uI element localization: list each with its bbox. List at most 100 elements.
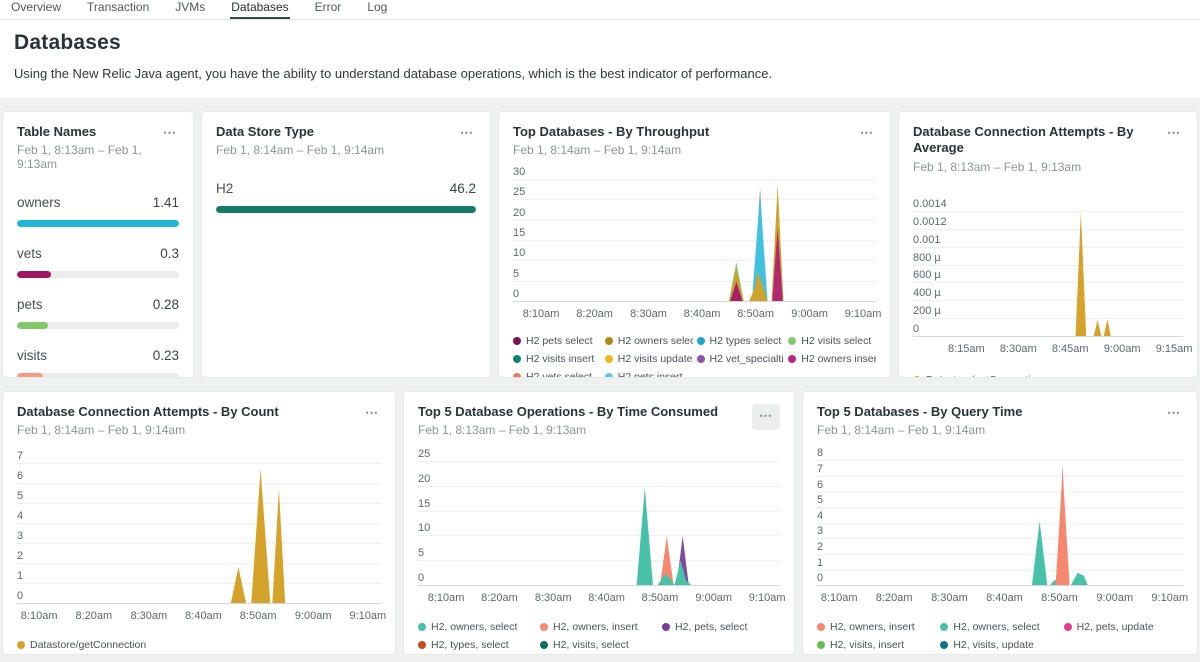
legend-dot-icon (540, 623, 548, 631)
dashboard-grid: Table Names Feb 1, 8:13am – Feb 1, 9:13a… (0, 111, 1200, 655)
y-axis-label: 30 (513, 166, 525, 178)
x-axis-label: 9:10am (1151, 592, 1188, 604)
legend-item[interactable]: H2 visits select (788, 335, 876, 347)
legend-item[interactable]: H2, owners, select (940, 621, 1059, 633)
legend-label: H2 owners select (618, 335, 693, 347)
y-axis-label: 15 (513, 227, 525, 239)
plot-area: 8:10am8:20am8:30am8:40am8:50am9:00am9:10… (35, 457, 381, 603)
card-title: Database Connection Attempts - By Averag… (913, 124, 1165, 157)
card-header: Database Connection Attempts - By Averag… (913, 124, 1183, 174)
area-series (231, 567, 246, 603)
tab-overview[interactable]: Overview (10, 0, 62, 19)
legend-item[interactable]: H2, types, select (418, 639, 536, 651)
card-time-range: Feb 1, 8:14am – Feb 1, 9:14am (817, 423, 1022, 437)
legend-label: H2 visits insert (526, 353, 594, 365)
bar-label: pets (17, 297, 43, 312)
area-chart: 0123456788:10am8:20am8:30am8:40am8:50am9… (817, 439, 1183, 609)
tab-databases[interactable]: Databases (230, 0, 289, 19)
legend-label: H2 pets select (526, 335, 593, 347)
area-series (637, 488, 653, 585)
tab-error[interactable]: Error (314, 0, 343, 19)
x-axis-label: 8:20am (576, 308, 613, 320)
legend-dot-icon (1064, 623, 1072, 631)
card-data-store-type: Data Store Type Feb 1, 8:14am – Feb 1, 9… (201, 111, 491, 378)
legend-item[interactable]: H2, owners, select (418, 621, 536, 633)
card-menu-ellipsis-icon[interactable]: ⋯ (1165, 404, 1183, 422)
legend-item[interactable]: H2 visits insert (513, 353, 601, 365)
legend-dot-icon (662, 623, 670, 631)
bar-label: visits (17, 348, 47, 363)
card-menu-ellipsis-icon[interactable]: ⋯ (752, 404, 780, 430)
x-axis-label: 8:20am (481, 592, 518, 604)
bar-value: 0.23 (153, 348, 179, 363)
legend-item[interactable]: H2, owners, insert (540, 621, 658, 633)
area-chart: 0510152025308:10am8:20am8:30am8:40am8:50… (513, 159, 876, 325)
legend-label: H2 visits select (801, 335, 871, 347)
bar-track (17, 373, 179, 378)
legend-dot-icon (817, 641, 825, 649)
x-axis-label: 8:40am (185, 610, 222, 622)
chart-legend: Datastore/getConnection (17, 639, 381, 651)
x-axis-label: 8:40am (684, 308, 721, 320)
card-connection-attempts-count: Database Connection Attempts - By Count … (2, 391, 396, 655)
legend-item[interactable]: Datastore/getConnection (17, 639, 381, 651)
legend-label: H2, visits, update (953, 639, 1034, 651)
legend-item[interactable]: H2 vets select (513, 371, 601, 378)
card-menu-ellipsis-icon[interactable]: ⋯ (161, 124, 179, 142)
legend-item[interactable]: H2 owners insert (788, 353, 876, 365)
bar-track (17, 322, 179, 329)
legend-item[interactable]: H2, visits, update (940, 639, 1059, 651)
legend-item[interactable]: H2 pets insert (605, 371, 693, 378)
legend-item[interactable]: H2 vet_specialti… (697, 353, 785, 365)
legend-item[interactable]: H2, pets, select (662, 621, 780, 633)
card-menu-ellipsis-icon[interactable]: ⋯ (363, 404, 381, 422)
legend-label: H2, types, select (431, 639, 509, 651)
area-series (272, 489, 285, 603)
legend-item[interactable]: H2, visits, select (540, 639, 658, 651)
legend-item[interactable]: Datastore/getConnection (913, 374, 1183, 379)
tab-transaction[interactable]: Transaction (86, 0, 150, 19)
chart-legend: Datastore/getConnection (913, 374, 1183, 379)
x-axis-label: 8:40am (986, 592, 1023, 604)
card-menu-ellipsis-icon[interactable]: ⋯ (858, 124, 876, 142)
x-axis-label: 8:30am (130, 610, 167, 622)
y-axis-label: 1 (17, 570, 23, 582)
legend-label: H2 vet_specialti… (710, 353, 785, 365)
x-axis-label: 8:10am (523, 308, 560, 320)
legend-item[interactable]: H2, visits, insert (817, 639, 936, 651)
x-axis-line (817, 585, 1183, 586)
bar-fill (17, 322, 48, 329)
legend-item[interactable]: H2 visits update (605, 353, 693, 365)
y-axis-label: 25 (513, 186, 525, 198)
y-axis-label: 5 (17, 490, 23, 502)
bar-value: 0.28 (153, 297, 179, 312)
legend-label: H2, owners, select (431, 621, 517, 633)
bar-label: H2 (216, 181, 233, 196)
legend-label: H2 types select (710, 335, 782, 347)
chart-canvas (442, 453, 780, 585)
area-series (1032, 521, 1047, 585)
card-menu-ellipsis-icon[interactable]: ⋯ (458, 124, 476, 142)
bar-fill (17, 220, 179, 227)
y-axis-label: 0.0014 (913, 198, 947, 210)
card-time-range: Feb 1, 8:13am – Feb 1, 9:13am (17, 143, 161, 171)
legend-item[interactable]: H2 types select (697, 335, 785, 347)
tab-jvms[interactable]: JVMs (174, 0, 206, 19)
x-axis-label: 9:00am (295, 610, 332, 622)
y-axis-label: 3 (817, 525, 823, 537)
legend-dot-icon (513, 373, 521, 378)
legend-item[interactable]: H2 pets select (513, 335, 601, 347)
legend-label: H2 pets insert (618, 371, 683, 378)
y-axis-label: 6 (17, 470, 23, 482)
legend-item[interactable]: H2, pets, update (1064, 621, 1183, 633)
y-axis-label: 1 (817, 557, 823, 569)
area-chart: 0200 µ400 µ600 µ800 µ0.0010.00120.00148:… (913, 190, 1183, 360)
card-title: Data Store Type (216, 124, 384, 140)
x-axis-label: 9:10am (845, 308, 882, 320)
card-menu-ellipsis-icon[interactable]: ⋯ (1165, 124, 1183, 142)
x-axis-label: 8:20am (876, 592, 913, 604)
y-axis-label: 400 µ (913, 287, 941, 299)
legend-item[interactable]: H2 owners select (605, 335, 693, 347)
legend-item[interactable]: H2, owners, insert (817, 621, 936, 633)
tab-log[interactable]: Log (366, 0, 388, 19)
